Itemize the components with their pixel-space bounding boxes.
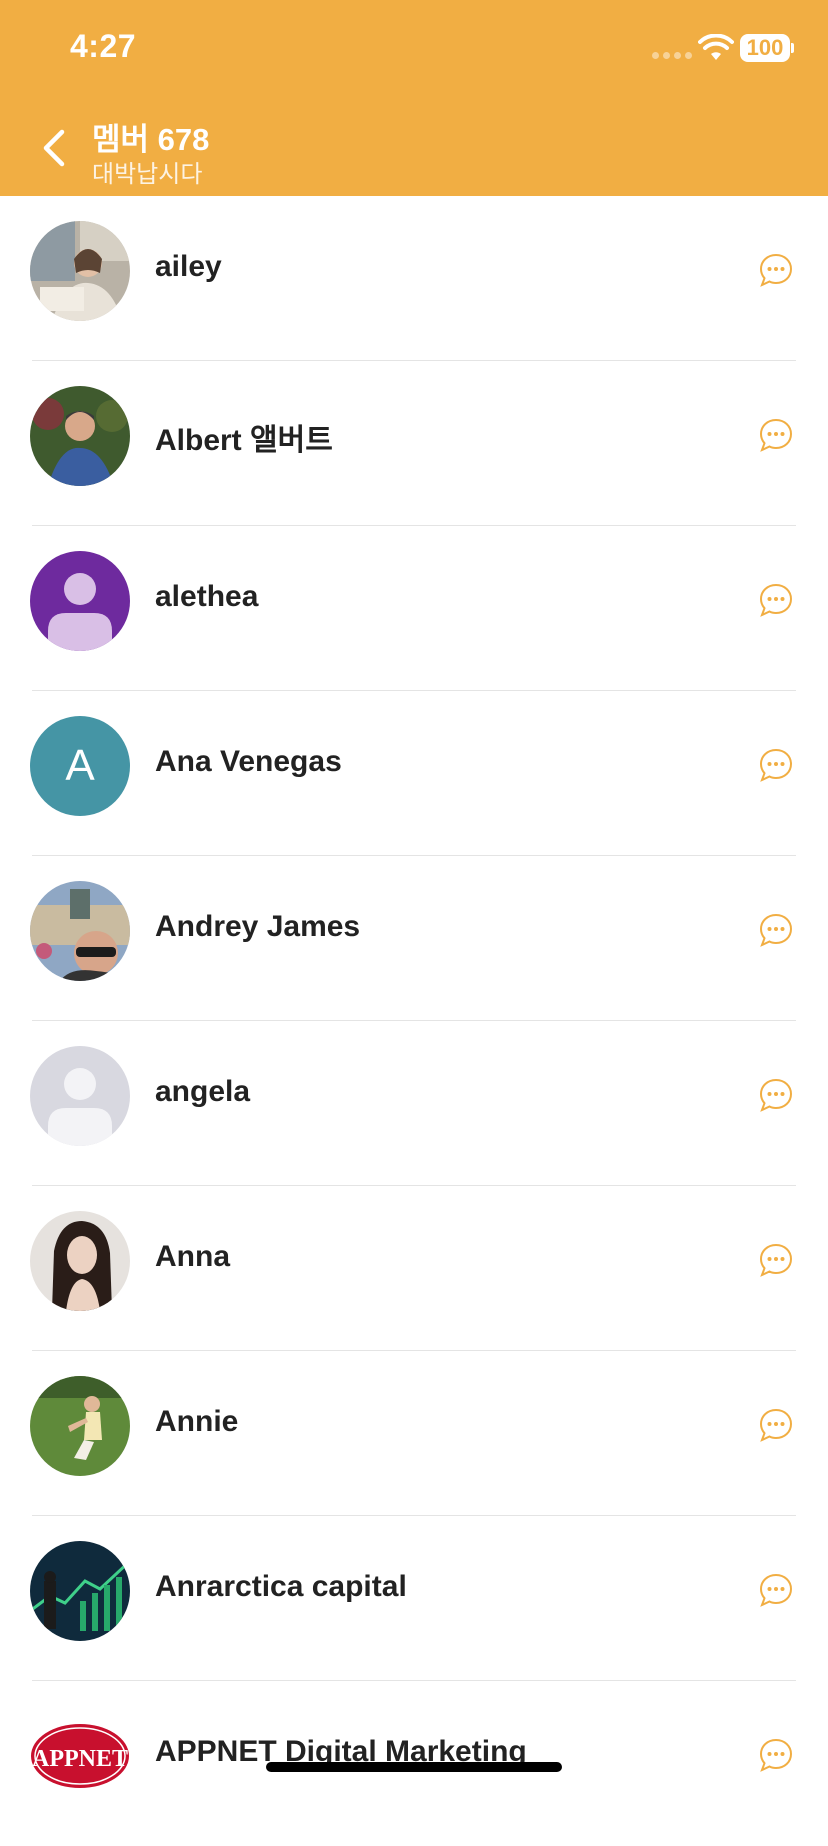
avatar xyxy=(30,1046,130,1146)
chat-bubble-icon[interactable] xyxy=(758,582,794,618)
member-row[interactable]: Anrarctica capital xyxy=(0,1516,828,1681)
nav-header: 4:27 100 멤버 678 대박납시다 xyxy=(0,0,828,196)
chat-bubble-icon[interactable] xyxy=(758,1077,794,1113)
cellular-signal-icon xyxy=(652,52,692,59)
chat-bubble-icon[interactable] xyxy=(758,747,794,783)
chat-bubble-icon[interactable] xyxy=(758,1407,794,1443)
chat-bubble-icon[interactable] xyxy=(758,1242,794,1278)
chat-bubble-icon[interactable] xyxy=(758,417,794,453)
avatar-initial: A xyxy=(65,741,95,790)
avatar: A xyxy=(30,716,130,816)
chat-bubble-icon[interactable] xyxy=(758,1572,794,1608)
member-name: angela xyxy=(155,1075,251,1108)
home-indicator[interactable] xyxy=(266,1762,562,1772)
avatar xyxy=(30,1211,130,1311)
member-row[interactable]: alethea xyxy=(0,526,828,691)
member-name: Annie xyxy=(155,1405,239,1438)
member-name: Anna xyxy=(155,1240,230,1273)
avatar: APPNET xyxy=(30,1706,130,1806)
member-name: ailey xyxy=(155,250,222,283)
member-name: Anrarctica capital xyxy=(155,1570,407,1603)
avatar xyxy=(30,221,130,321)
wifi-icon xyxy=(698,34,734,60)
battery-level: 100 xyxy=(740,34,790,62)
avatar xyxy=(30,881,130,981)
chat-bubble-icon[interactable] xyxy=(758,1737,794,1773)
status-time: 4:27 xyxy=(70,28,137,64)
member-name: alethea xyxy=(155,580,259,613)
chat-bubble-icon[interactable] xyxy=(758,912,794,948)
member-name: Albert 앨버트 xyxy=(155,424,333,457)
member-name: Ana Venegas xyxy=(155,745,342,778)
member-row[interactable]: Annie xyxy=(0,1351,828,1516)
battery-tip xyxy=(791,43,794,53)
avatar xyxy=(30,551,130,651)
page-subtitle: 대박납시다 xyxy=(92,161,203,188)
avatar xyxy=(30,1376,130,1476)
member-list: ailey Albert 앨버트 alethea A Ana Venegas A… xyxy=(0,196,828,1846)
member-name: Andrey James xyxy=(155,910,361,943)
appnet-logo-text: APPNET xyxy=(32,1746,128,1772)
member-row[interactable]: Albert 앨버트 xyxy=(0,361,828,526)
chat-bubble-icon[interactable] xyxy=(758,252,794,288)
member-row[interactable]: Andrey James xyxy=(0,856,828,1021)
back-chevron-icon[interactable] xyxy=(36,126,76,170)
member-row[interactable]: ailey xyxy=(0,196,828,361)
avatar xyxy=(30,1541,130,1641)
page-title: 멤버 678 xyxy=(92,122,210,157)
member-row[interactable]: Anna xyxy=(0,1186,828,1351)
avatar xyxy=(30,386,130,486)
member-row[interactable]: A Ana Venegas xyxy=(0,691,828,856)
member-row[interactable]: angela xyxy=(0,1021,828,1186)
